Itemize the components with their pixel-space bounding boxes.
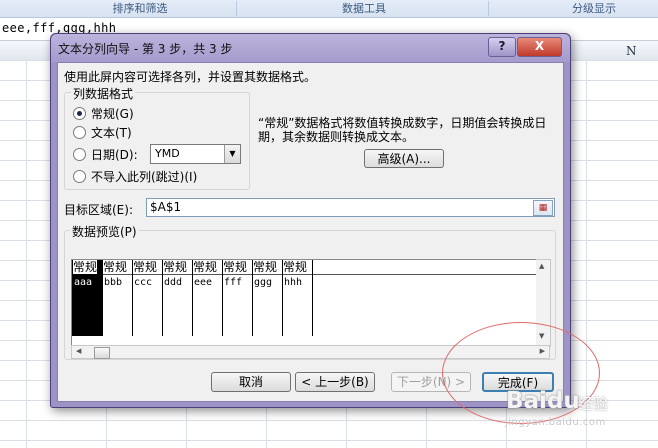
radio-empty-icon[interactable] — [73, 148, 86, 161]
scrollbar-thumb[interactable] — [94, 347, 110, 359]
radio-empty-icon[interactable] — [73, 170, 86, 183]
advanced-button[interactable]: 高级(A)... — [364, 149, 444, 168]
preview-column[interactable]: 常规 ccc — [132, 260, 163, 336]
date-format-value: YMD — [155, 147, 180, 160]
preview-column-header[interactable]: 常规 — [73, 260, 98, 274]
radio-date[interactable]: 日期(D): — [73, 146, 138, 162]
preview-column-header[interactable]: 常规 — [133, 260, 157, 274]
preview-column[interactable]: 常规 ddd — [162, 260, 193, 336]
radio-general-label: 常规(G) — [91, 107, 134, 121]
column-format-legend: 列数据格式 — [71, 85, 136, 102]
dialog-titlebar[interactable]: 文本分列向导 - 第 3 步，共 3 步 ? X — [51, 34, 570, 62]
preview-cell: hhh — [284, 277, 303, 288]
preview-cell: eee — [194, 277, 213, 288]
column-letter-n[interactable]: N — [626, 44, 637, 58]
preview-column-header[interactable]: 常规 — [253, 260, 277, 274]
dialog-intro-text: 使用此屏内容可选择各列，并设置其数据格式。 — [64, 70, 317, 84]
radio-skip-label: 不导入此列(跳过)(I) — [91, 170, 198, 184]
range-picker-icon[interactable]: ▦ — [533, 200, 553, 216]
radio-skip[interactable]: 不导入此列(跳过)(I) — [73, 168, 197, 184]
cancel-button[interactable]: 取消 — [211, 372, 291, 392]
preview-column-header[interactable]: 常规 — [223, 260, 247, 274]
preview-column[interactable]: 常规 eee — [192, 260, 223, 336]
preview-column[interactable]: 常规 aaa — [72, 260, 103, 336]
scroll-up-icon[interactable]: ▲ — [539, 262, 544, 270]
radio-text[interactable]: 文本(T) — [73, 124, 132, 140]
chevron-down-icon[interactable]: ▼ — [224, 145, 240, 163]
baidu-logo: Baidu — [506, 388, 580, 414]
watermark-url: jingyan.baidu.com — [505, 417, 606, 428]
preview-cell: ddd — [164, 277, 183, 288]
preview-cell: ccc — [134, 277, 153, 288]
destination-label: 目标区域(E): — [64, 203, 133, 217]
ribbon-group-bar: 排序和筛选 数据工具 分级显示 — [0, 0, 658, 18]
ribbon-group-outline[interactable]: 分级显示 — [530, 0, 658, 17]
radio-empty-icon[interactable] — [73, 126, 86, 139]
scroll-left-icon[interactable]: ◀ — [76, 347, 81, 355]
preview-column-header[interactable]: 常规 — [163, 260, 187, 274]
column-format-group: 列数据格式 常规(G) 文本(T) 日期(D): YMD ▼ 不导入此列(跳过)… — [64, 85, 250, 190]
help-button[interactable]: ? — [488, 37, 516, 57]
preview-cell: fff — [224, 277, 243, 288]
preview-column-header[interactable]: 常规 — [103, 260, 127, 274]
preview-column-header[interactable]: 常规 — [283, 260, 307, 274]
preview-column-header[interactable]: 常规 — [193, 260, 217, 274]
preview-column[interactable]: 常规 bbb — [102, 260, 133, 336]
baidu-suffix: 经验 — [578, 395, 609, 413]
date-format-select[interactable]: YMD ▼ — [150, 144, 241, 164]
data-preview-legend: 数据预览(P) — [70, 223, 139, 240]
ribbon-group-sort-filter[interactable]: 排序和筛选 — [50, 0, 230, 17]
preview-column[interactable]: 常规 fff — [222, 260, 253, 336]
destination-input[interactable]: $A$1 ▦ — [146, 198, 555, 217]
ribbon-separator — [488, 1, 489, 16]
ribbon-group-data-tools[interactable]: 数据工具 — [284, 0, 444, 17]
preview-column[interactable]: 常规 ggg — [252, 260, 283, 336]
preview-cell: aaa — [74, 277, 93, 288]
radio-date-label: 日期(D): — [91, 148, 138, 162]
radio-checked-icon[interactable] — [73, 107, 86, 120]
close-button[interactable]: X — [517, 37, 562, 57]
destination-value[interactable]: $A$1 — [150, 200, 181, 214]
radio-general[interactable]: 常规(G) — [73, 105, 134, 121]
preview-cell: bbb — [104, 277, 123, 288]
radio-text-label: 文本(T) — [91, 126, 132, 140]
format-hint-text: “常规”数据格式将数值转换成数字，日期值会转换成日期，其余数据则转换成文本。 — [258, 116, 547, 144]
dialog-title: 文本分列向导 - 第 3 步，共 3 步 — [58, 42, 233, 56]
back-button[interactable]: < 上一步(B) — [295, 372, 375, 392]
preview-column[interactable]: 常规 hhh — [282, 260, 313, 336]
preview-cell: ggg — [254, 277, 273, 288]
ribbon-separator — [236, 1, 237, 16]
